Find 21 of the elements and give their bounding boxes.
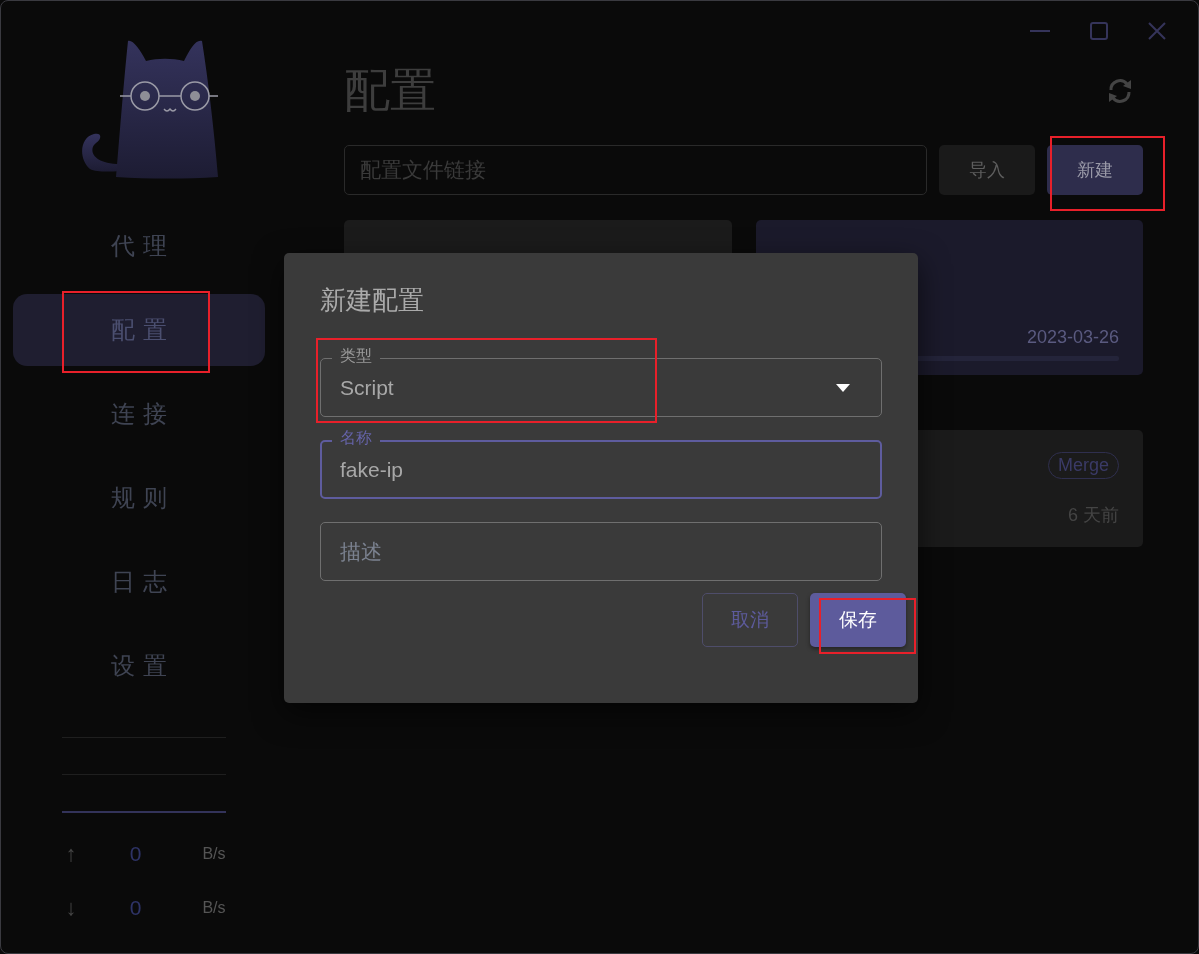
nav-item[interactable]: 规则 [12,462,265,534]
traffic-unit: B/s [202,845,226,863]
cancel-button[interactable]: 取消 [702,593,798,647]
update-date: 2023-03-26 [1026,327,1119,347]
nav-item[interactable]: 设置 [12,630,265,702]
new-button[interactable]: 新建 [1047,145,1143,195]
close-icon[interactable] [1148,22,1166,40]
caret-icon [836,383,850,392]
nav-item[interactable]: 配置 [12,294,265,366]
traffic-value: 0 [128,896,143,920]
arrow-icon: ↑ [65,841,86,867]
save-button[interactable]: 保存 [810,593,906,647]
minimize-icon[interactable] [1030,29,1050,33]
nav-item[interactable]: 连接 [12,378,265,450]
maximize-icon[interactable] [1090,22,1108,40]
dialog-title: 新建配置 [320,284,425,317]
nav-item[interactable]: 代理 [12,210,265,282]
traffic-unit: B/s [202,899,226,917]
arrow-icon: ↓ [65,895,86,921]
traffic-value: 0 [128,842,143,866]
nav-item[interactable]: 日志 [12,546,265,618]
